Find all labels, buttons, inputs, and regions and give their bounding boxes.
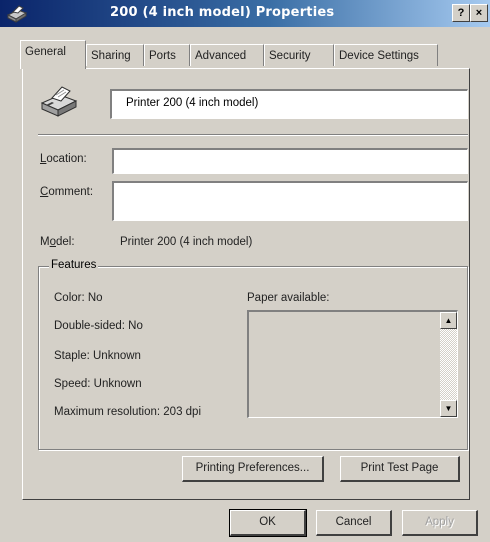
tab-sharing[interactable]: Sharing bbox=[86, 44, 144, 66]
comment-label: Comment: bbox=[40, 186, 94, 198]
comment-input[interactable] bbox=[112, 181, 468, 221]
help-button[interactable]: ? bbox=[452, 4, 470, 22]
feature-max-resolution: Maximum resolution: 203 dpi bbox=[54, 406, 202, 418]
paper-available-label: Paper available: bbox=[247, 292, 330, 304]
tab-ports[interactable]: Ports bbox=[144, 44, 190, 66]
printer-name-field[interactable]: Printer 200 (4 inch model) bbox=[110, 89, 468, 119]
model-value: Printer 200 (4 inch model) bbox=[120, 236, 253, 248]
scroll-down-icon[interactable]: ▼ bbox=[440, 400, 457, 417]
tab-device-settings[interactable]: Device Settings bbox=[334, 44, 438, 66]
cancel-button[interactable]: Cancel bbox=[316, 510, 392, 536]
location-input[interactable] bbox=[112, 148, 468, 174]
feature-speed: Speed: Unknown bbox=[54, 378, 142, 390]
separator bbox=[38, 134, 468, 136]
model-label: Model: bbox=[40, 236, 75, 248]
location-label: Location: bbox=[40, 153, 87, 165]
feature-staple: Staple: Unknown bbox=[54, 350, 141, 362]
features-group-title: Features bbox=[49, 259, 99, 271]
paper-available-list[interactable]: ▲ ▼ bbox=[247, 310, 458, 418]
feature-double-sided: Double-sided: No bbox=[54, 320, 143, 332]
ok-button[interactable]: OK bbox=[229, 509, 307, 537]
feature-color: Color: No bbox=[54, 292, 103, 304]
close-button[interactable]: × bbox=[470, 4, 488, 22]
printing-preferences-button[interactable]: Printing Preferences... bbox=[182, 456, 324, 482]
tab-advanced[interactable]: Advanced bbox=[190, 44, 264, 66]
window-title: 200 (4 inch model) Properties bbox=[110, 5, 335, 20]
printer-icon bbox=[40, 86, 78, 117]
printer-icon bbox=[6, 5, 28, 23]
title-bar[interactable]: 200 (4 inch model) Properties ? × bbox=[0, 0, 490, 27]
tab-security[interactable]: Security bbox=[264, 44, 334, 66]
apply-button[interactable]: Apply bbox=[402, 510, 478, 536]
scroll-up-icon[interactable]: ▲ bbox=[440, 312, 457, 329]
paper-list-scrollbar[interactable]: ▲ ▼ bbox=[440, 312, 457, 417]
print-test-page-button[interactable]: Print Test Page bbox=[340, 456, 460, 482]
tab-general[interactable]: General bbox=[20, 40, 86, 69]
